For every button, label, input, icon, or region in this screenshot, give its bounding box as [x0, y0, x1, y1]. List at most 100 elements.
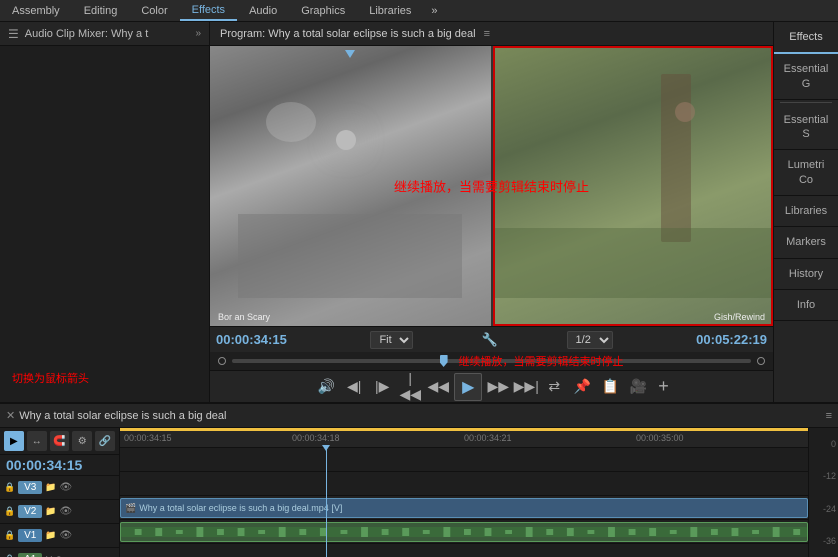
- transport-step-back[interactable]: ◀|: [342, 375, 366, 399]
- timeline-playhead[interactable]: [326, 448, 327, 557]
- tl-linked-tool[interactable]: 🔗: [95, 431, 115, 451]
- playback-buttons: 🔊 ◀| |▶ |◀◀ ◀◀ ▶ ▶▶ ▶▶| ⇄ 📌 📋 🎥 +: [210, 370, 773, 402]
- timeline-close-icon[interactable]: ✕: [6, 409, 15, 422]
- center-panel: Program: Why a total solar eclipse is su…: [210, 22, 773, 402]
- scrubber-bar[interactable]: 继续播放，当需要剪辑结束时停止: [210, 352, 773, 370]
- v1-eye-icon[interactable]: 👁: [59, 530, 72, 541]
- timecode-mark-2: 00:00:34:21: [464, 433, 512, 443]
- right-panel-markers[interactable]: Markers: [774, 227, 838, 258]
- timeline-body: ▶ ↔ 🧲 ⚙ 🔗 00:00:34:15 🔒 V3 📁 👁 🔒 V2: [0, 428, 838, 557]
- video-area: Bor an Scary Gish/Rewind 继续播放，当需要剪辑结束: [210, 46, 773, 326]
- v3-lock-icon[interactable]: 🔒: [4, 482, 15, 493]
- left-panel-menu-icon[interactable]: ☰: [8, 27, 19, 41]
- nav-libraries[interactable]: Libraries: [357, 0, 423, 21]
- v2-eye-icon[interactable]: 👁: [59, 506, 72, 517]
- tl-settings-tool[interactable]: ⚙: [72, 431, 92, 451]
- v1-lock-icon[interactable]: 🔒: [4, 530, 15, 541]
- video-left: Bor an Scary: [210, 46, 493, 326]
- transport-rewind[interactable]: ◀◀: [426, 375, 450, 399]
- scale-3: -36: [823, 536, 836, 546]
- transport-add[interactable]: +: [658, 376, 669, 397]
- right-panel-libraries[interactable]: Libraries: [774, 196, 838, 227]
- left-panel-title: Audio Clip Mixer: Why a t: [25, 28, 148, 40]
- v3-eye-icon[interactable]: 👁: [59, 482, 72, 493]
- v2-label: V2: [18, 505, 42, 518]
- timecode-mark-3: 00:00:35:00: [636, 433, 684, 443]
- v2-toggle-icon[interactable]: 📁: [45, 506, 56, 517]
- v3-track[interactable]: [120, 448, 808, 472]
- controls-bar: 00:00:34:15 Fit 🔧 1/2 00:05:22:19: [210, 326, 773, 352]
- v1-label: V1: [18, 529, 42, 542]
- audio-waveform: [121, 523, 807, 541]
- nav-color[interactable]: Color: [129, 0, 179, 21]
- nav-assembly[interactable]: Assembly: [0, 0, 72, 21]
- timeline-timecode: 00:00:34:15: [0, 455, 119, 476]
- timeline-title: Why a total solar eclipse is such a big …: [19, 410, 825, 422]
- right-panel-effects[interactable]: Effects: [774, 22, 838, 54]
- transport-to-start[interactable]: 🔊: [314, 375, 338, 399]
- scrubber-track[interactable]: [232, 359, 751, 363]
- video-right: Gish/Rewind: [493, 46, 774, 326]
- v1-clip[interactable]: 🎬 Why a total solar eclipse is such a bi…: [120, 498, 808, 518]
- timeline-track-area: 00:00:34:15 00:00:34:18 00:00:34:21 00:0…: [120, 428, 808, 557]
- left-panel-header: ☰ Audio Clip Mixer: Why a t »: [0, 22, 209, 46]
- transport-next-edit[interactable]: ▶▶|: [514, 375, 538, 399]
- nav-effects[interactable]: Effects: [180, 0, 237, 21]
- track-row-v1: 🔒 V1 📁 👁: [0, 524, 119, 548]
- transport-overwrite[interactable]: 📋: [598, 375, 622, 399]
- tl-select-tool[interactable]: ▶: [4, 431, 24, 451]
- transport-loop[interactable]: ⇄: [542, 375, 566, 399]
- nav-graphics[interactable]: Graphics: [289, 0, 357, 21]
- transport-insert[interactable]: 📌: [570, 375, 594, 399]
- right-panel-lumetri[interactable]: Lumetri Co: [774, 150, 838, 196]
- v2-lock-icon[interactable]: 🔒: [4, 506, 15, 517]
- timecode-mark-0: 00:00:34:15: [124, 433, 172, 443]
- vid-overlay-left: Bor an Scary: [218, 312, 270, 322]
- transport-step-fwd[interactable]: |▶: [370, 375, 394, 399]
- right-panel-divider1: [780, 102, 832, 103]
- timeline-scale: 0 -12 -24 -36: [808, 428, 838, 557]
- right-panel-essential-g[interactable]: Essential G: [774, 54, 838, 100]
- v1-toggle-icon[interactable]: 📁: [45, 530, 56, 541]
- nav-editing[interactable]: Editing: [72, 0, 130, 21]
- transport-prev-edit[interactable]: |◀◀: [398, 375, 422, 399]
- scrubber-dot-right: [757, 357, 765, 365]
- wrench-icon[interactable]: 🔧: [482, 332, 498, 348]
- yellow-marker-bar: [120, 428, 808, 431]
- timeline-header: ✕ Why a total solar eclipse is such a bi…: [0, 404, 838, 428]
- program-menu-icon[interactable]: ≡: [484, 28, 490, 40]
- fit-dropdown[interactable]: Fit: [370, 331, 413, 349]
- transport-ff[interactable]: ▶▶: [486, 375, 510, 399]
- program-title: Program: Why a total solar eclipse is su…: [220, 28, 476, 40]
- transport-play[interactable]: ▶: [454, 373, 482, 401]
- scrubber-thumb[interactable]: [440, 355, 448, 367]
- a1-track[interactable]: [120, 520, 808, 544]
- v1-track[interactable]: 🎬 Why a total solar eclipse is such a bi…: [120, 496, 808, 520]
- quality-dropdown[interactable]: 1/2: [567, 331, 613, 349]
- timeline-tools: ▶ ↔ 🧲 ⚙ 🔗: [0, 428, 119, 455]
- playhead-diamond: [322, 445, 330, 451]
- timeline-track-controls: 🔒 V3 📁 👁 🔒 V2 📁 👁 🔒 V1 📁 👁: [0, 476, 119, 557]
- v3-toggle-icon[interactable]: 📁: [45, 482, 56, 493]
- a1-clip[interactable]: [120, 522, 808, 542]
- v3-label: V3: [18, 481, 42, 494]
- program-header: Program: Why a total solar eclipse is su…: [210, 22, 773, 46]
- tl-ripple-tool[interactable]: ↔: [27, 431, 47, 451]
- right-panel-essential-s[interactable]: Essential S: [774, 105, 838, 151]
- timeline-menu-icon[interactable]: ≡: [826, 410, 832, 422]
- nav-audio[interactable]: Audio: [237, 0, 289, 21]
- transport-export[interactable]: 🎥: [626, 375, 650, 399]
- v2-track[interactable]: [120, 472, 808, 496]
- left-panel-arrows[interactable]: »: [195, 28, 201, 39]
- tl-magnet-tool[interactable]: 🧲: [50, 431, 70, 451]
- nav-more[interactable]: »: [423, 3, 445, 19]
- vid-overlay-right: Gish/Rewind: [714, 312, 765, 322]
- right-panel-history[interactable]: History: [774, 259, 838, 290]
- track-row-a1: 🔒 A1 M S: [0, 548, 119, 557]
- right-panel-info[interactable]: Info: [774, 290, 838, 321]
- scale-0: 0: [831, 439, 836, 449]
- scale-2: -24: [823, 504, 836, 514]
- main-area: ☰ Audio Clip Mixer: Why a t » Program: W…: [0, 22, 838, 402]
- time-display-left: 00:00:34:15: [216, 332, 306, 347]
- track-row-v2: 🔒 V2 📁 👁: [0, 500, 119, 524]
